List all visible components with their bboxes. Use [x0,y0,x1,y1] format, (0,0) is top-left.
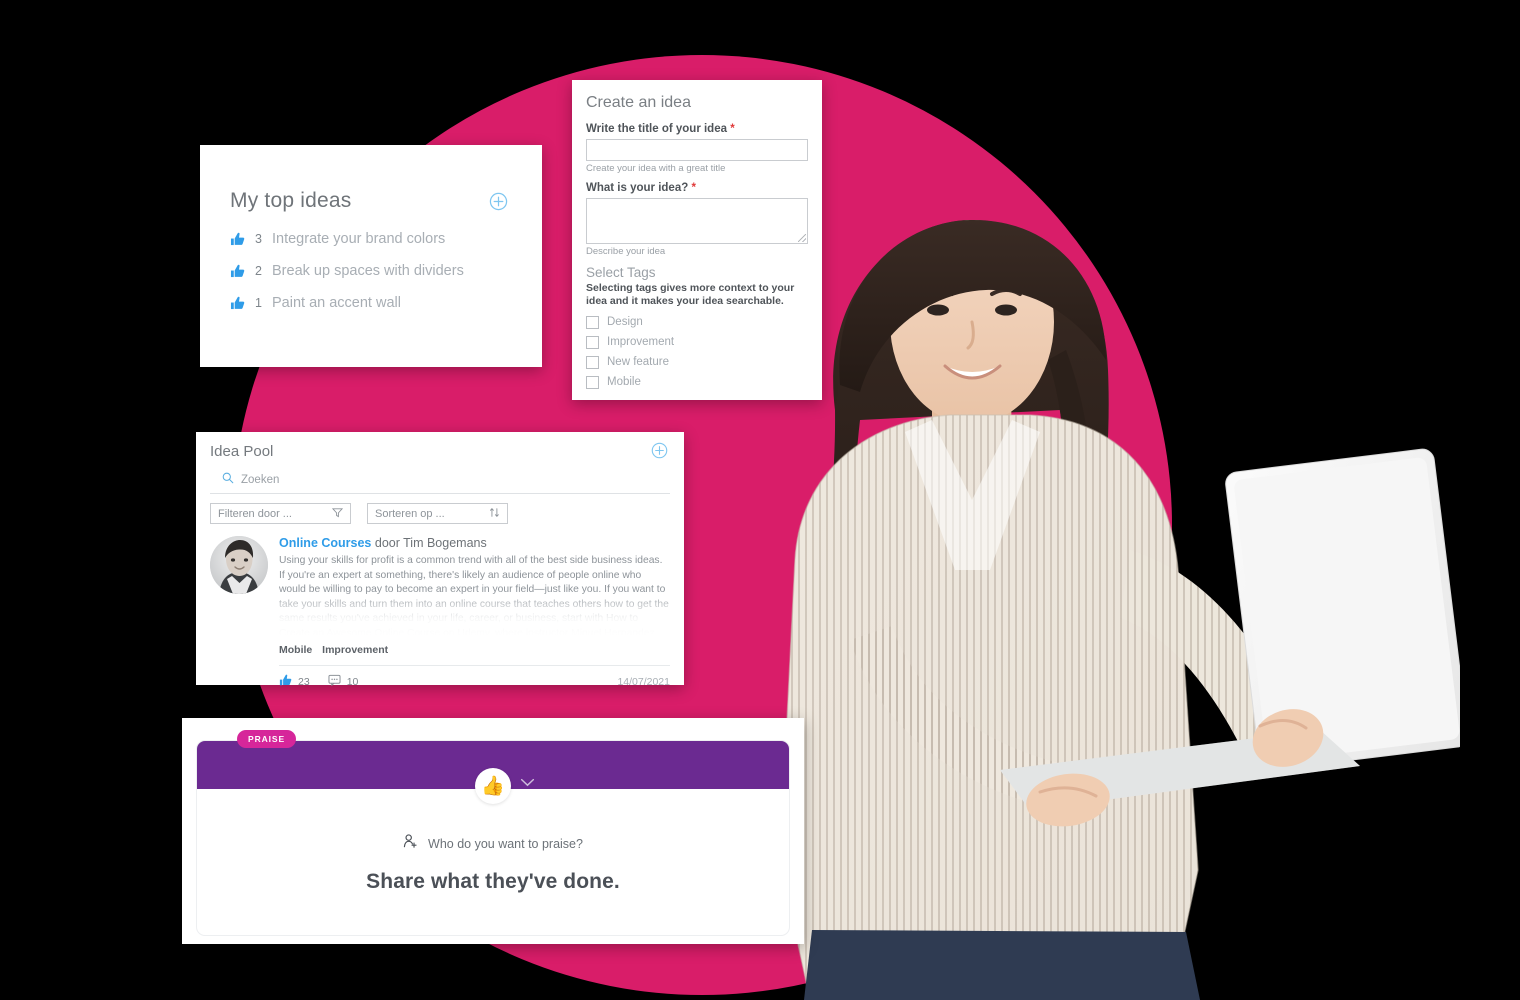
add-person-icon [403,833,419,854]
idea-body-label: What is your idea? * [586,182,808,194]
select-tags-title: Select Tags [586,265,656,280]
comment-button[interactable]: 10 [328,673,359,691]
idea-body-textarea[interactable] [586,198,808,244]
thumbs-up-icon[interactable] [279,673,292,691]
status-badge: PRAISE [237,730,297,748]
idea-post-link[interactable]: Online Courses [279,536,371,550]
tag-checkbox-mobile[interactable]: Mobile [586,375,808,389]
plus-circle-icon[interactable] [651,442,670,461]
idea-vote-count: 1 [255,296,262,310]
praise-headline: Share what they've done. [366,870,620,893]
page-title: My top ideas [230,189,352,212]
sort-arrows-icon [489,505,500,523]
tag-checkbox-improvement[interactable]: Improvement [586,335,808,349]
idea-vote-count: 2 [255,264,262,278]
required-marker: * [730,123,735,135]
idea-post: Online Courses door Tim Bogemans Using y… [210,536,670,636]
tag-mobile[interactable]: Mobile [279,644,312,656]
sort-label: Sorteren op ... [375,507,445,520]
filter-label: Filteren door ... [218,507,292,520]
my-top-ideas-card: My top ideas 3 Integrate your brand colo… [200,145,542,367]
search-icon [222,471,234,489]
comment-count: 10 [346,676,359,688]
avatar [210,536,268,594]
idea-post-tags: Mobile Improvement [279,644,670,656]
praise-recipient-field[interactable]: Who do you want to praise? [197,833,789,854]
filter-dropdown[interactable]: Filteren door ... [210,503,351,524]
thumbs-up-icon[interactable] [230,264,245,278]
idea-title-hint: Create your idea with a great title [586,163,726,174]
like-count: 23 [298,676,310,688]
idea-pool-card: Idea Pool Zoeken Filteren door ... Sorte… [196,432,684,688]
idea-title: Integrate your brand colors [272,231,446,247]
comment-icon[interactable] [328,673,341,691]
list-item[interactable]: 1 Paint an accent wall [230,295,508,311]
idea-title: Paint an accent wall [272,295,401,311]
resize-grip-icon[interactable] [798,234,806,242]
idea-pool-header: Idea Pool [210,442,670,461]
text-fade-overlay [279,590,670,636]
praise-card-outer: PRAISE 👍 Who do you want to praise? Shar… [182,718,804,944]
search-input[interactable]: Zoeken [210,465,670,494]
tag-improvement[interactable]: Improvement [322,644,388,656]
top-ideas-list: 3 Integrate your brand colors 2 Break up… [230,231,508,311]
sort-dropdown[interactable]: Sorteren op ... [367,503,508,524]
idea-pool-title: Idea Pool [210,443,274,460]
praise-body: Who do you want to praise? Share what th… [197,789,789,894]
filter-icon [331,505,344,523]
tag-label: Mobile [607,376,641,389]
idea-post-date: 14/07/2021 [617,676,670,688]
composition-stage: My top ideas 3 Integrate your brand colo… [0,0,1520,1000]
idea-pool-filters: Filteren door ... Sorteren op ... [210,503,670,524]
select-tags-description: Selecting tags gives more context to you… [586,282,795,308]
tag-label: Design [607,316,643,329]
idea-title-label: Write the title of your idea * [586,123,808,135]
tag-label: Improvement [607,336,675,349]
tag-label: New feature [607,356,670,369]
tag-checkbox-design[interactable]: Design [586,315,808,329]
praise-header: PRAISE 👍 [197,730,789,804]
required-marker: * [691,182,696,194]
checkbox-icon[interactable] [586,355,599,369]
chevron-down-icon[interactable] [520,774,535,792]
idea-post-author: door Tim Bogemans [374,536,487,550]
thumbs-up-icon[interactable] [230,232,245,246]
idea-title-input[interactable] [586,139,808,161]
idea-post-title: Online Courses door Tim Bogemans [279,536,670,550]
idea-title-label-text: Write the title of your idea [586,123,727,135]
create-idea-title: Create an idea [586,94,691,111]
checkbox-icon[interactable] [586,375,599,389]
tag-checkbox-new-feature[interactable]: New feature [586,355,808,369]
checkbox-icon[interactable] [586,335,599,349]
plus-circle-icon[interactable] [489,192,508,211]
like-button[interactable]: 23 [279,673,310,691]
list-item[interactable]: 3 Integrate your brand colors [230,231,508,247]
create-idea-card: Create an idea Write the title of your i… [572,80,822,400]
top-ideas-header: My top ideas [230,189,508,213]
idea-body-label-text: What is your idea? [586,182,689,194]
praise-card: PRAISE 👍 Who do you want to praise? Shar… [196,730,790,936]
idea-post-body: Online Courses door Tim Bogemans Using y… [279,536,670,636]
idea-body-hint: Describe your idea [586,246,666,257]
idea-vote-count: 3 [255,232,262,246]
thumbs-up-emoji-icon[interactable]: 👍 [475,768,511,804]
idea-post-footer: 23 10 14/07/2021 [279,665,670,691]
idea-title: Break up spaces with dividers [272,263,464,279]
list-item[interactable]: 2 Break up spaces with dividers [230,263,508,279]
thumbs-up-icon[interactable] [230,296,245,310]
praise-recipient-placeholder: Who do you want to praise? [428,836,583,851]
search-placeholder: Zoeken [241,474,280,486]
checkbox-icon[interactable] [586,315,599,329]
